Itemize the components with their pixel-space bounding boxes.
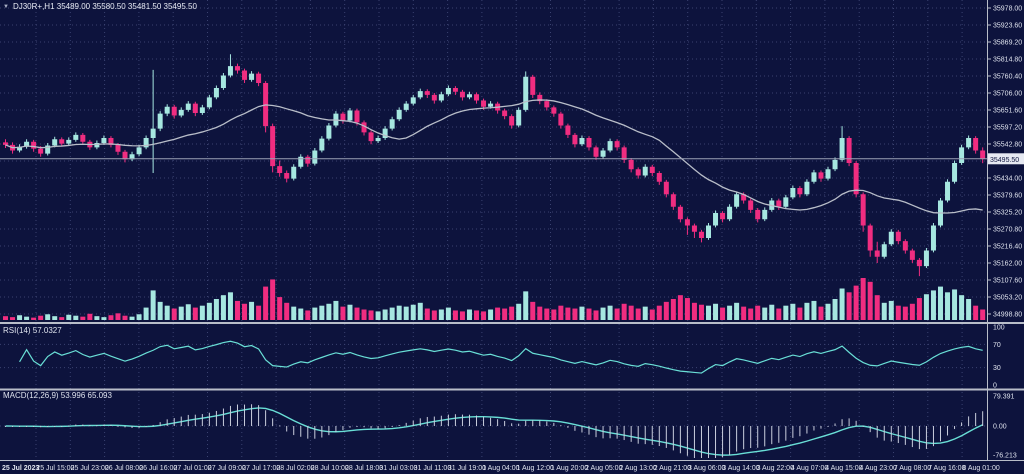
- svg-text:35434.00: 35434.00: [993, 176, 1022, 183]
- svg-text:25 Jul 15:00: 25 Jul 15:00: [36, 465, 74, 472]
- chart-title-bar: ▼ DJ30R+,H1 35489.00 35580.50 35481.50 3…: [3, 2, 197, 11]
- svg-text:35651.60: 35651.60: [993, 108, 1022, 115]
- chart-window: 35978.00 35923.60 35869.20 35814.80 35760.40…: [0, 0, 1024, 474]
- svg-text:35978.00: 35978.00: [993, 6, 1022, 13]
- svg-text:30: 30: [993, 365, 1001, 372]
- svg-text:35814.80: 35814.80: [993, 57, 1022, 64]
- svg-text:4 Aug 23:00: 4 Aug 23:00: [860, 465, 897, 472]
- svg-text:35053.20: 35053.20: [993, 295, 1022, 302]
- grid-horizontal: [0, 8, 988, 314]
- svg-text:-76.213: -76.213: [993, 452, 1017, 459]
- current-price-tag: 35495.50: [988, 153, 1024, 164]
- svg-text:3 Aug 22:00: 3 Aug 22:00: [757, 465, 794, 472]
- svg-text:4 Aug 15:00: 4 Aug 15:00: [825, 465, 862, 472]
- svg-text:35495.50: 35495.50: [990, 157, 1019, 164]
- svg-text:79.391: 79.391: [993, 393, 1015, 400]
- svg-text:35162.00: 35162.00: [993, 261, 1022, 268]
- svg-text:25 Jul 23:00: 25 Jul 23:00: [71, 465, 109, 472]
- time-axis[interactable]: 25 Jul 202325 Jul 15:0025 Jul 23:0026 Ju…: [2, 465, 1000, 472]
- svg-text:35923.60: 35923.60: [993, 23, 1022, 30]
- svg-text:0: 0: [993, 383, 997, 390]
- rsi-line: [20, 341, 983, 373]
- svg-text:35760.40: 35760.40: [993, 74, 1022, 81]
- svg-text:1 Aug 20:00: 1 Aug 20:00: [551, 465, 588, 472]
- svg-text:35597.20: 35597.20: [993, 125, 1022, 132]
- chart-marker-icon[interactable]: ▼: [3, 4, 9, 10]
- svg-text:28 Jul 10:00: 28 Jul 10:00: [311, 465, 349, 472]
- macd-pane[interactable]: 79.391 0.00 -76.213: [0, 393, 1017, 459]
- svg-text:35325.20: 35325.20: [993, 210, 1022, 217]
- chart-title-text: DJ30R+,H1 35489.00 35580.50 35481.50 354…: [13, 2, 197, 11]
- svg-text:35379.60: 35379.60: [993, 193, 1022, 200]
- candles[interactable]: [3, 54, 985, 276]
- svg-text:31 Jul 11:00: 31 Jul 11:00: [414, 465, 452, 472]
- svg-text:70: 70: [993, 342, 1001, 349]
- svg-text:35107.60: 35107.60: [993, 278, 1022, 285]
- rsi-indicator-label: RSI(14) 57.0327: [3, 326, 62, 335]
- svg-text:35270.80: 35270.80: [993, 227, 1022, 234]
- svg-text:26 Jul 16:00: 26 Jul 16:00: [139, 465, 177, 472]
- svg-text:27 Jul 09:00: 27 Jul 09:00: [208, 465, 246, 472]
- svg-text:100: 100: [993, 325, 1005, 332]
- macd-signal-line: [6, 408, 983, 455]
- svg-text:2 Aug 13:00: 2 Aug 13:00: [619, 465, 656, 472]
- svg-text:25 Jul 2023: 25 Jul 2023: [2, 465, 39, 472]
- svg-text:31 Jul 19:00: 31 Jul 19:00: [448, 465, 486, 472]
- svg-text:31 Jul 03:00: 31 Jul 03:00: [379, 465, 417, 472]
- svg-text:1 Aug 12:00: 1 Aug 12:00: [517, 465, 554, 472]
- svg-text:8 Aug 01:00: 8 Aug 01:00: [962, 465, 999, 472]
- svg-text:7 Aug 16:00: 7 Aug 16:00: [928, 465, 965, 472]
- svg-text:27 Jul 01:00: 27 Jul 01:00: [174, 465, 212, 472]
- macd-histogram: [5, 404, 983, 458]
- ma-line: [6, 100, 983, 213]
- svg-text:35706.00: 35706.00: [993, 91, 1022, 98]
- svg-text:35216.40: 35216.40: [993, 244, 1022, 251]
- svg-text:2 Aug 21:00: 2 Aug 21:00: [654, 465, 691, 472]
- chart-canvas[interactable]: 35978.00 35923.60 35869.20 35814.80 35760.40…: [0, 0, 1024, 474]
- svg-text:26 Jul 08:00: 26 Jul 08:00: [105, 465, 143, 472]
- volume-bars[interactable]: [3, 278, 985, 320]
- svg-text:3 Aug 14:00: 3 Aug 14:00: [722, 465, 759, 472]
- svg-text:34998.80: 34998.80: [993, 312, 1022, 319]
- svg-text:35542.80: 35542.80: [993, 142, 1022, 149]
- svg-text:1 Aug 04:00: 1 Aug 04:00: [482, 465, 519, 472]
- svg-text:7 Aug 08:00: 7 Aug 08:00: [894, 465, 931, 472]
- svg-text:28 Jul 18:00: 28 Jul 18:00: [345, 465, 383, 472]
- svg-text:2 Aug 05:00: 2 Aug 05:00: [585, 465, 622, 472]
- macd-indicator-label: MACD(12,26,9) 53.996 65.093: [3, 391, 112, 400]
- svg-text:28 Jul 02:00: 28 Jul 02:00: [276, 465, 314, 472]
- svg-text:27 Jul 17:00: 27 Jul 17:00: [242, 465, 280, 472]
- svg-text:35869.20: 35869.20: [993, 40, 1022, 47]
- svg-text:4 Aug 07:00: 4 Aug 07:00: [791, 465, 828, 472]
- rsi-pane[interactable]: 100 70 30 0: [0, 325, 1005, 390]
- svg-text:0.00: 0.00: [993, 424, 1007, 431]
- svg-text:3 Aug 06:00: 3 Aug 06:00: [688, 465, 725, 472]
